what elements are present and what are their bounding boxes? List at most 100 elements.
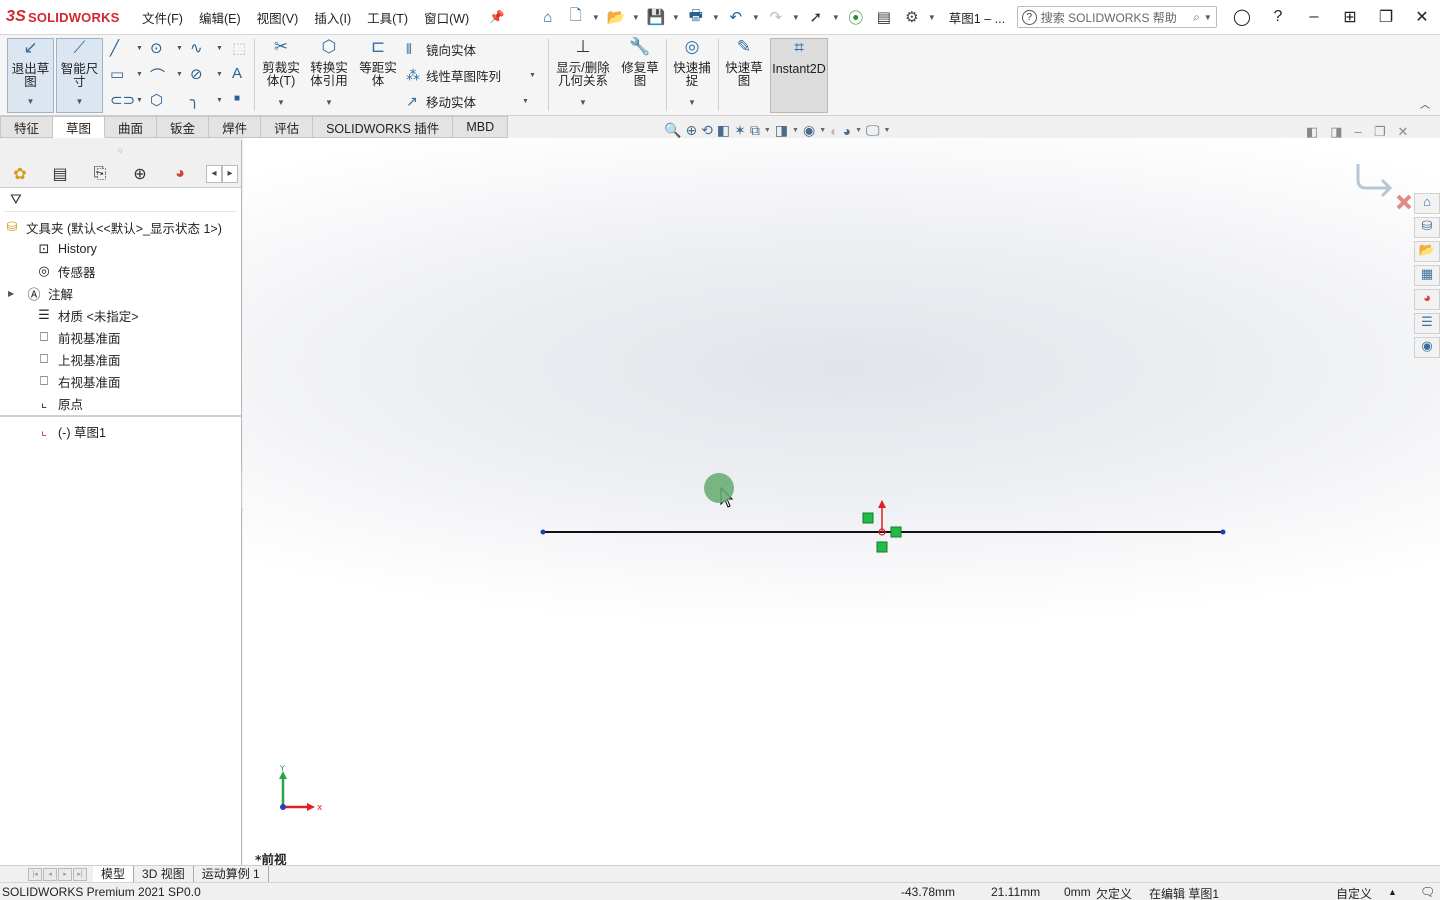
trim-entities-button[interactable]: ✂ 剪裁实体(T) ▼ (258, 38, 304, 113)
tree-item-origin[interactable]: ⌞ 原点 (0, 392, 241, 414)
tree-item-front-plane[interactable]: ⎕ 前视基准面 (0, 326, 241, 348)
tree-item-top-plane[interactable]: ⎕ 上视基准面 (0, 348, 241, 370)
move-entities-button[interactable]: ↗ 移动实体 ▼ (406, 92, 529, 111)
select-cursor-icon[interactable]: ➚ (803, 6, 829, 28)
fillet-dropdown[interactable]: ▼ (216, 97, 223, 104)
tab-5[interactable]: 评估 (261, 116, 314, 138)
tree-item-annotations[interactable]: ▶ Ⓐ 注解 (0, 282, 241, 304)
line-endpoint-left[interactable] (540, 529, 546, 535)
exit-sketch-button[interactable]: ↙ 退出草图 ▼ (7, 38, 54, 113)
section-view-icon[interactable]: ◧ (717, 122, 730, 139)
panel-grip[interactable]: ○ (0, 140, 241, 160)
ellipse-dropdown[interactable]: ▼ (216, 71, 223, 78)
menu-view[interactable]: 视图(V) (249, 8, 307, 27)
smart-dimension-button[interactable]: ⟋ 智能尺寸 ▼ (56, 38, 103, 113)
spline-dropdown[interactable]: ▼ (216, 45, 223, 52)
open-dropdown[interactable]: ▼ (631, 13, 641, 22)
line-dropdown[interactable]: ▼ (136, 45, 143, 52)
new-document-icon[interactable]: 🗋 (563, 6, 589, 28)
help-search-box[interactable]: ? 搜索 SOLIDWORKS 帮助 ⌕ ▼ (1016, 6, 1217, 28)
new-dropdown[interactable]: ▼ (591, 13, 601, 22)
home-icon[interactable]: ⌂ (535, 6, 561, 28)
first-tab-icon[interactable]: |◂ (28, 867, 42, 881)
polygon-tool-icon[interactable]: ⬡ (150, 91, 163, 109)
menu-insert[interactable]: 插入(I) (306, 8, 359, 27)
convert-dropdown[interactable]: ▼ (325, 96, 333, 109)
restore-button[interactable]: ❐ (1368, 7, 1404, 27)
tabs-scroll-left-icon[interactable]: ◂ (206, 164, 222, 183)
spline-tool-icon[interactable]: ∿ (190, 39, 203, 57)
sketch-plane-icon[interactable]: ⬚ (232, 39, 246, 57)
tab-4[interactable]: 焊件 (209, 116, 262, 138)
rollback-bar[interactable] (0, 415, 241, 417)
select-dropdown[interactable]: ▼ (831, 13, 841, 22)
help-search-input[interactable]: 搜索 SOLIDWORKS 帮助 (1041, 9, 1177, 26)
menu-edit[interactable]: 编辑(E) (191, 8, 249, 27)
tile-window-icon[interactable]: ⊞ (1332, 7, 1368, 27)
display-relations-dropdown[interactable]: ▼ (579, 96, 587, 109)
view-orientation-dropdown[interactable]: ▼ (764, 127, 771, 134)
tab-3[interactable]: 钣金 (157, 116, 210, 138)
line-endpoint-right[interactable] (1220, 529, 1226, 535)
tree-filter[interactable]: ⛛ (4, 188, 237, 212)
menu-window[interactable]: 窗口(W) (416, 8, 477, 27)
zoom-to-fit-icon[interactable]: 🔍 (664, 122, 681, 139)
tabs-scroll-right-icon[interactable]: ▸ (222, 164, 238, 183)
quick-snaps-button[interactable]: ◎ 快速捕捉 ▼ (669, 38, 715, 113)
tab-0[interactable]: 特征 (0, 116, 54, 138)
search-icon[interactable]: ⌕ (1193, 10, 1200, 25)
tree-item-sensors[interactable]: ◎ 传感器 (0, 260, 241, 282)
tree-item-material[interactable]: ☰ 材质 <未指定> (0, 304, 241, 326)
exit-sketch-dropdown[interactable]: ▼ (27, 95, 35, 108)
move-dropdown[interactable]: ▼ (522, 98, 529, 105)
search-dropdown[interactable]: ▼ (1204, 13, 1212, 22)
apply-scene-dropdown[interactable]: ▼ (855, 127, 862, 134)
horizontal-relation-icon[interactable] (862, 512, 874, 524)
midpoint-relation-icon[interactable] (876, 541, 888, 553)
tree-item-history[interactable]: ⊡ History (0, 238, 241, 260)
print-icon[interactable]: 🖶 (683, 6, 709, 28)
display-relations-button[interactable]: ⊥ 显示/删除几何关系 ▼ (553, 38, 613, 113)
hide-show-items-icon[interactable]: ◉ (803, 122, 815, 139)
file-properties-icon[interactable]: ▤ (871, 6, 897, 28)
expand-arrow-icon[interactable]: ▶ (8, 289, 18, 298)
mirror-entities-button[interactable]: ⫴ 镜向实体 (406, 40, 476, 59)
previous-view-icon[interactable]: ⟲ (701, 122, 713, 139)
filter-icon[interactable]: ⛛ (10, 191, 22, 208)
next-tab-icon[interactable]: ▸ (58, 867, 72, 881)
slot-tool-icon[interactable]: ⊂⊃ (110, 91, 135, 109)
pin-icon[interactable]: 📌 (481, 10, 513, 25)
last-tab-icon[interactable]: ▸| (73, 867, 87, 881)
tree-item-right-plane[interactable]: ⎕ 右视基准面 (0, 370, 241, 392)
slot-dropdown[interactable]: ▼ (136, 97, 143, 104)
tab-7[interactable]: MBD (453, 116, 509, 138)
rectangle-tool-icon[interactable]: ▭ (110, 65, 124, 83)
open-folder-icon[interactable]: 📂 (603, 6, 629, 28)
hide-show-dropdown[interactable]: ▼ (819, 127, 826, 134)
line-tool-icon[interactable]: ╱ (110, 39, 119, 57)
arc-dropdown[interactable]: ▼ (176, 71, 183, 78)
tab-6[interactable]: SOLIDWORKS 插件 (313, 116, 454, 138)
unit-system[interactable]: 自定义 (1336, 885, 1372, 900)
options-dropdown[interactable]: ▼ (927, 13, 937, 22)
graphics-area[interactable]: ⌂ ⛁ 📂 ▦ ◕ ☰ ◉ Y x *前视 (243, 138, 1440, 865)
smart-dimension-dropdown[interactable]: ▼ (76, 95, 84, 108)
undo-icon[interactable]: ↶ (723, 6, 749, 28)
instant2d-button[interactable]: ⌗ Instant2D (770, 38, 828, 113)
view-settings-icon[interactable]: 🖵 (866, 122, 880, 139)
trim-dropdown[interactable]: ▼ (277, 96, 285, 109)
point-tool-icon[interactable]: ■ (234, 93, 240, 104)
view-orientation-icon[interactable]: ⧉ (750, 122, 760, 139)
tree-root[interactable]: ⛁ 文具夹 (默认<<默认>_显示状态 1>) (0, 216, 241, 238)
circle-dropdown[interactable]: ▼ (176, 45, 183, 52)
display-style-icon[interactable]: ◨ (775, 122, 788, 139)
close-button[interactable]: ✕ (1404, 7, 1440, 27)
menu-file[interactable]: 文件(F) (134, 8, 191, 27)
linear-pattern-button[interactable]: ⁂ 线性草图阵列 ▼ (406, 66, 536, 85)
tooltip-toggle-icon[interactable]: 🗨 (1420, 885, 1435, 899)
redo-icon[interactable]: ↷ (763, 6, 789, 28)
tree-item-sketch[interactable]: ⌞ (-) 草图1 (0, 420, 241, 442)
arc-tool-icon[interactable]: ⌒ (150, 65, 165, 86)
ellipse-tool-icon[interactable]: ⊘ (190, 65, 203, 83)
offset-entities-button[interactable]: ⊏ 等距实体 (355, 38, 401, 113)
